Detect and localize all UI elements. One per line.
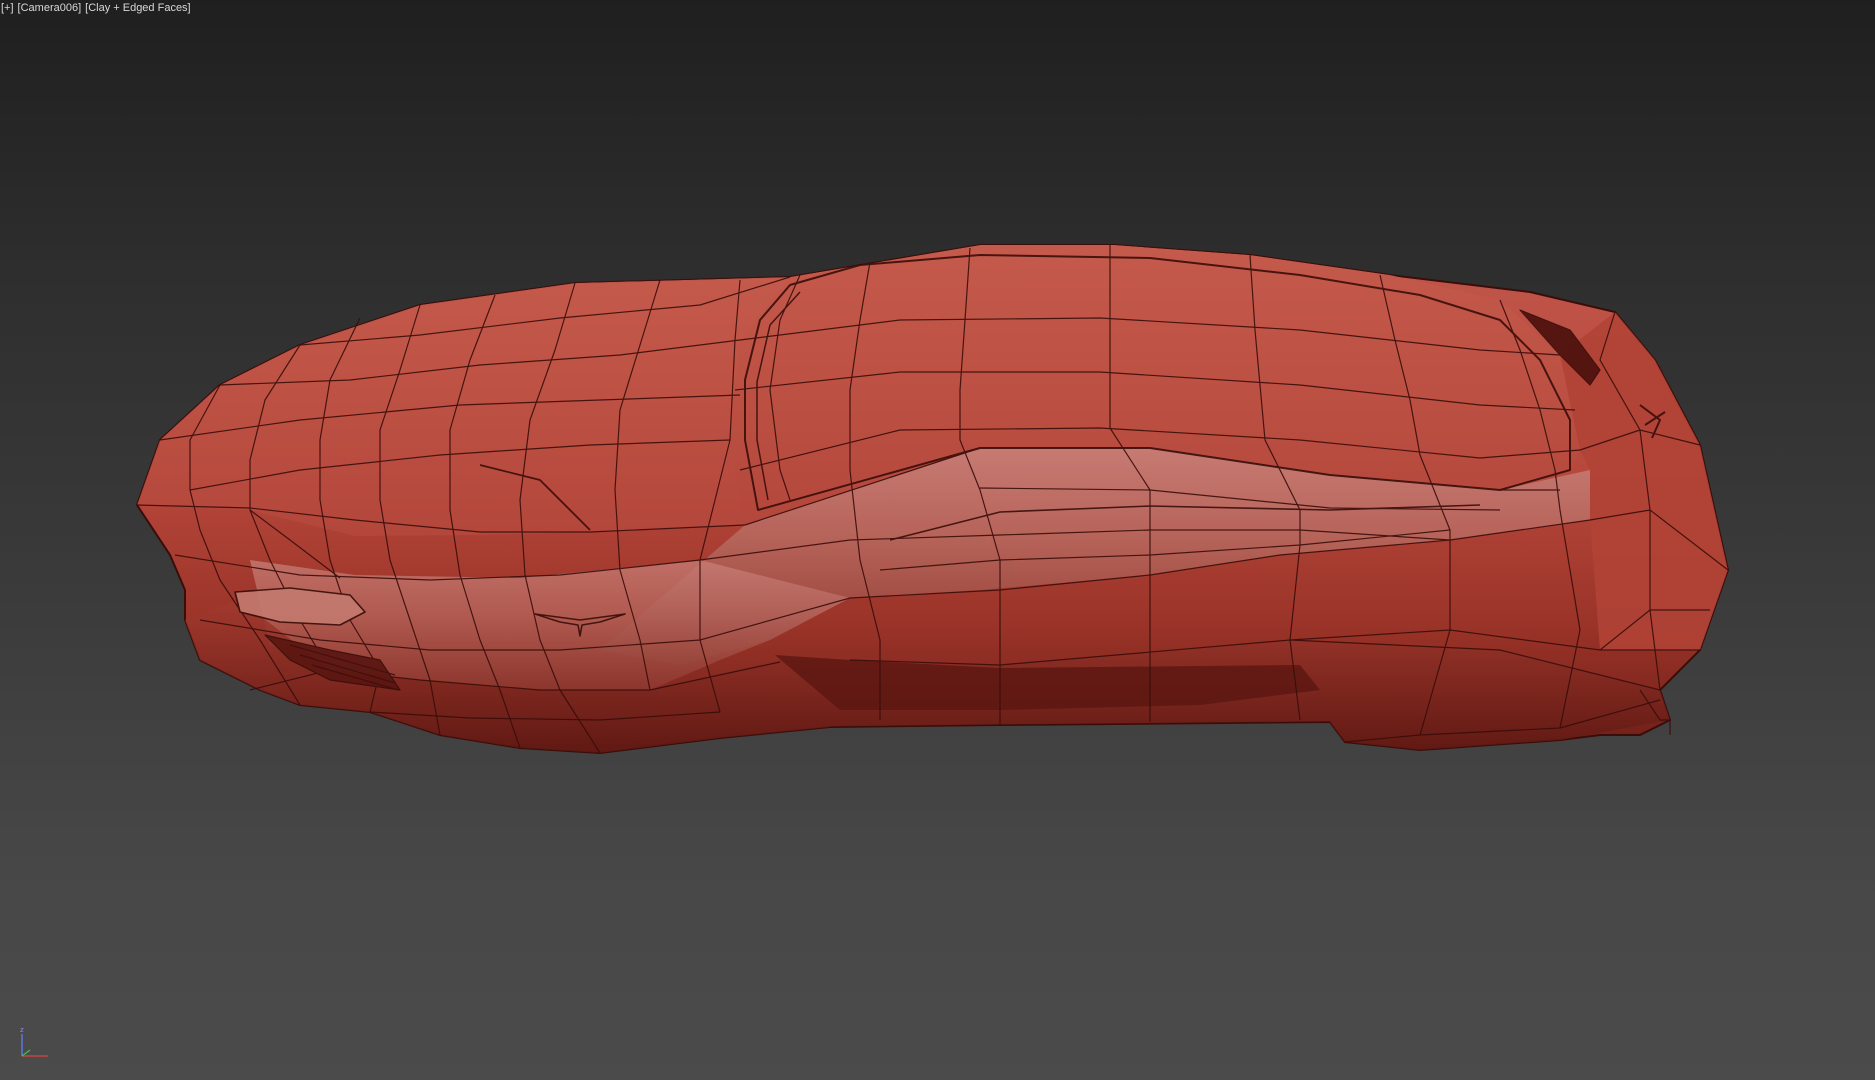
viewport-camera-menu[interactable]: [Camera006] (18, 2, 82, 14)
viewport-shading-menu[interactable]: [Clay + Edged Faces] (85, 2, 190, 14)
axis-tripod-icon: z (16, 1026, 56, 1060)
axis-z-label: z (20, 1026, 24, 1034)
car-mesh-icon[interactable] (0, 0, 1875, 1080)
viewport-label: [+] [Camera006] [Clay + Edged Faces] (0, 0, 191, 16)
viewport-general-menu[interactable]: [+] (1, 2, 14, 14)
viewport[interactable]: [+] [Camera006] [Clay + Edged Faces] z (0, 0, 1875, 1080)
